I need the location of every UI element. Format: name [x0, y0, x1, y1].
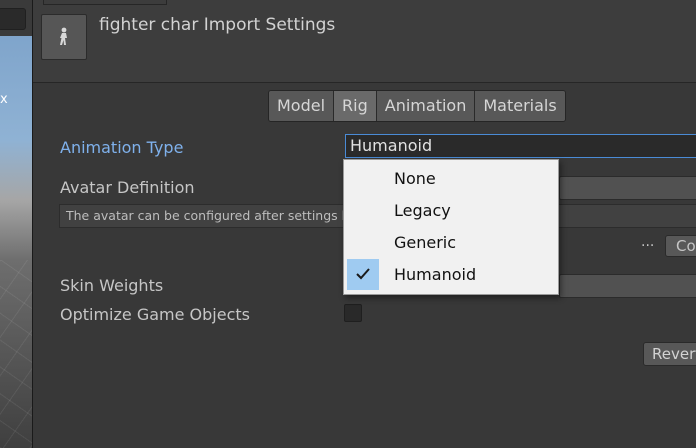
- import-tabs: Model Rig Animation Materials: [268, 90, 566, 122]
- revert-button[interactable]: Revert: [643, 342, 696, 366]
- scene-search-field[interactable]: [0, 8, 26, 30]
- dropdown-option-legacy[interactable]: Legacy: [345, 195, 557, 226]
- optimize-game-objects-checkbox[interactable]: [344, 304, 362, 322]
- option-label: Humanoid: [394, 265, 477, 284]
- tab-model[interactable]: Model: [269, 91, 335, 121]
- configure-button[interactable]: Configure...: [665, 235, 696, 257]
- option-label: None: [394, 169, 436, 188]
- inspector-header: fighter char Import Settings: [33, 0, 696, 83]
- dropdown-option-generic[interactable]: Generic: [345, 227, 557, 258]
- dropdown-option-humanoid[interactable]: Humanoid: [345, 259, 557, 290]
- option-label: Generic: [394, 233, 457, 252]
- model-file-icon: [41, 14, 87, 60]
- scene-view[interactable]: x: [0, 0, 33, 448]
- tab-materials[interactable]: Materials: [475, 91, 565, 121]
- tab-rig[interactable]: Rig: [334, 91, 377, 121]
- animation-type-select[interactable]: Humanoid: [345, 134, 696, 158]
- inspector-tab[interactable]: [43, 0, 167, 5]
- option-label: Legacy: [394, 201, 451, 220]
- option-check-area: [347, 259, 379, 290]
- option-check-area: [347, 227, 379, 258]
- animation-type-dropdown: None Legacy Generic Humanoid: [343, 159, 559, 295]
- animation-type-label: Animation Type: [60, 138, 184, 157]
- scene-grid: [0, 260, 32, 448]
- option-check-area: [347, 163, 379, 194]
- avatar-definition-select[interactable]: [559, 176, 696, 200]
- scene-toolbar: [0, 0, 32, 36]
- inspector-panel: fighter char Import Settings Model Rig A…: [33, 0, 696, 448]
- skin-weights-label: Skin Weights: [60, 276, 164, 295]
- scene-axis-label: x: [0, 92, 8, 107]
- ellipsis-text: ...: [641, 234, 655, 250]
- tab-animation[interactable]: Animation: [376, 91, 476, 121]
- dropdown-option-none[interactable]: None: [345, 163, 557, 194]
- checkmark-icon: [356, 268, 370, 280]
- option-check-area: [347, 195, 379, 226]
- avatar-definition-label: Avatar Definition: [60, 178, 195, 197]
- skin-weights-select[interactable]: [559, 274, 696, 298]
- page-title: fighter char Import Settings: [99, 15, 336, 35]
- optimize-game-objects-label: Optimize Game Objects: [60, 305, 250, 324]
